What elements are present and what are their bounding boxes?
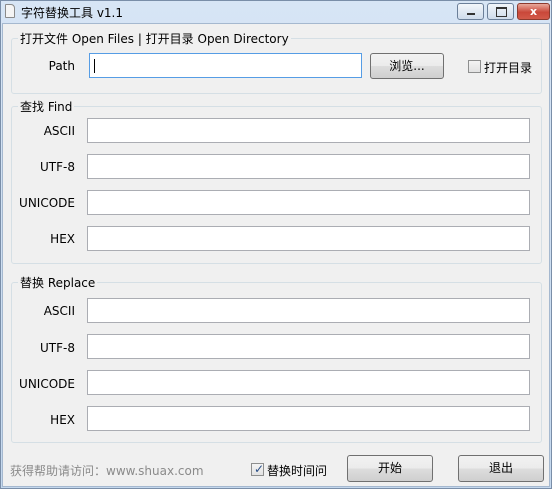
help-link[interactable]: 获得帮助请访问：www.shuax.com <box>10 462 204 479</box>
replace-ascii-input[interactable] <box>87 298 530 323</box>
find-legend: 查找 Find <box>18 98 75 115</box>
replace-ascii-label: ASCII <box>43 304 75 318</box>
find-ascii-input[interactable] <box>87 118 530 143</box>
open-files-legend: 打开文件 Open Files | 打开目录 Open Directory <box>18 30 291 47</box>
find-unicode-input[interactable] <box>87 190 530 215</box>
find-hex-input[interactable] <box>87 226 530 251</box>
exit-button[interactable]: 退出 <box>458 455 544 482</box>
close-icon: x <box>529 5 538 18</box>
open-directory-label[interactable]: 打开目录 <box>484 59 532 76</box>
replace-utf8-label: UTF-8 <box>40 341 75 355</box>
maximize-button[interactable] <box>487 3 514 20</box>
replace-utf8-input[interactable] <box>87 334 530 359</box>
find-ascii-label: ASCII <box>43 124 75 138</box>
path-input[interactable] <box>89 53 362 78</box>
app-icon <box>5 4 15 18</box>
start-button[interactable]: 开始 <box>347 455 433 482</box>
replace-unicode-input[interactable] <box>87 370 530 395</box>
minimize-button[interactable] <box>457 3 484 20</box>
window-title: 字符替换工具 v1.1 <box>21 6 124 20</box>
app-window: 字符替换工具 v1.1 x 打开文件 Open Files | 打开目录 Ope… <box>0 0 552 489</box>
replace-legend: 替换 Replace <box>18 274 98 291</box>
find-unicode-label: UNICODE <box>19 196 75 210</box>
replace-unicode-label: UNICODE <box>19 377 75 391</box>
checkmark-icon: ✓ <box>254 462 265 476</box>
title-bar[interactable]: 字符替换工具 v1.1 x <box>1 1 551 23</box>
maximize-icon <box>496 7 507 17</box>
close-button[interactable]: x <box>517 3 550 20</box>
find-utf8-input[interactable] <box>87 154 530 179</box>
replace-hex-label: HEX <box>50 413 75 427</box>
text-caret <box>94 59 95 73</box>
open-directory-checkbox[interactable] <box>468 60 481 73</box>
path-label: Path <box>48 59 75 73</box>
find-utf8-label: UTF-8 <box>40 160 75 174</box>
find-hex-label: HEX <box>50 232 75 246</box>
browse-button[interactable]: 浏览... <box>370 53 444 79</box>
client-area: 打开文件 Open Files | 打开目录 Open Directory Pa… <box>2 23 550 487</box>
keep-time-checkbox[interactable]: ✓ <box>251 462 265 476</box>
replace-hex-input[interactable] <box>87 406 530 431</box>
keep-time-label[interactable]: 替换时间问 <box>267 462 327 479</box>
minimize-icon <box>467 13 475 15</box>
